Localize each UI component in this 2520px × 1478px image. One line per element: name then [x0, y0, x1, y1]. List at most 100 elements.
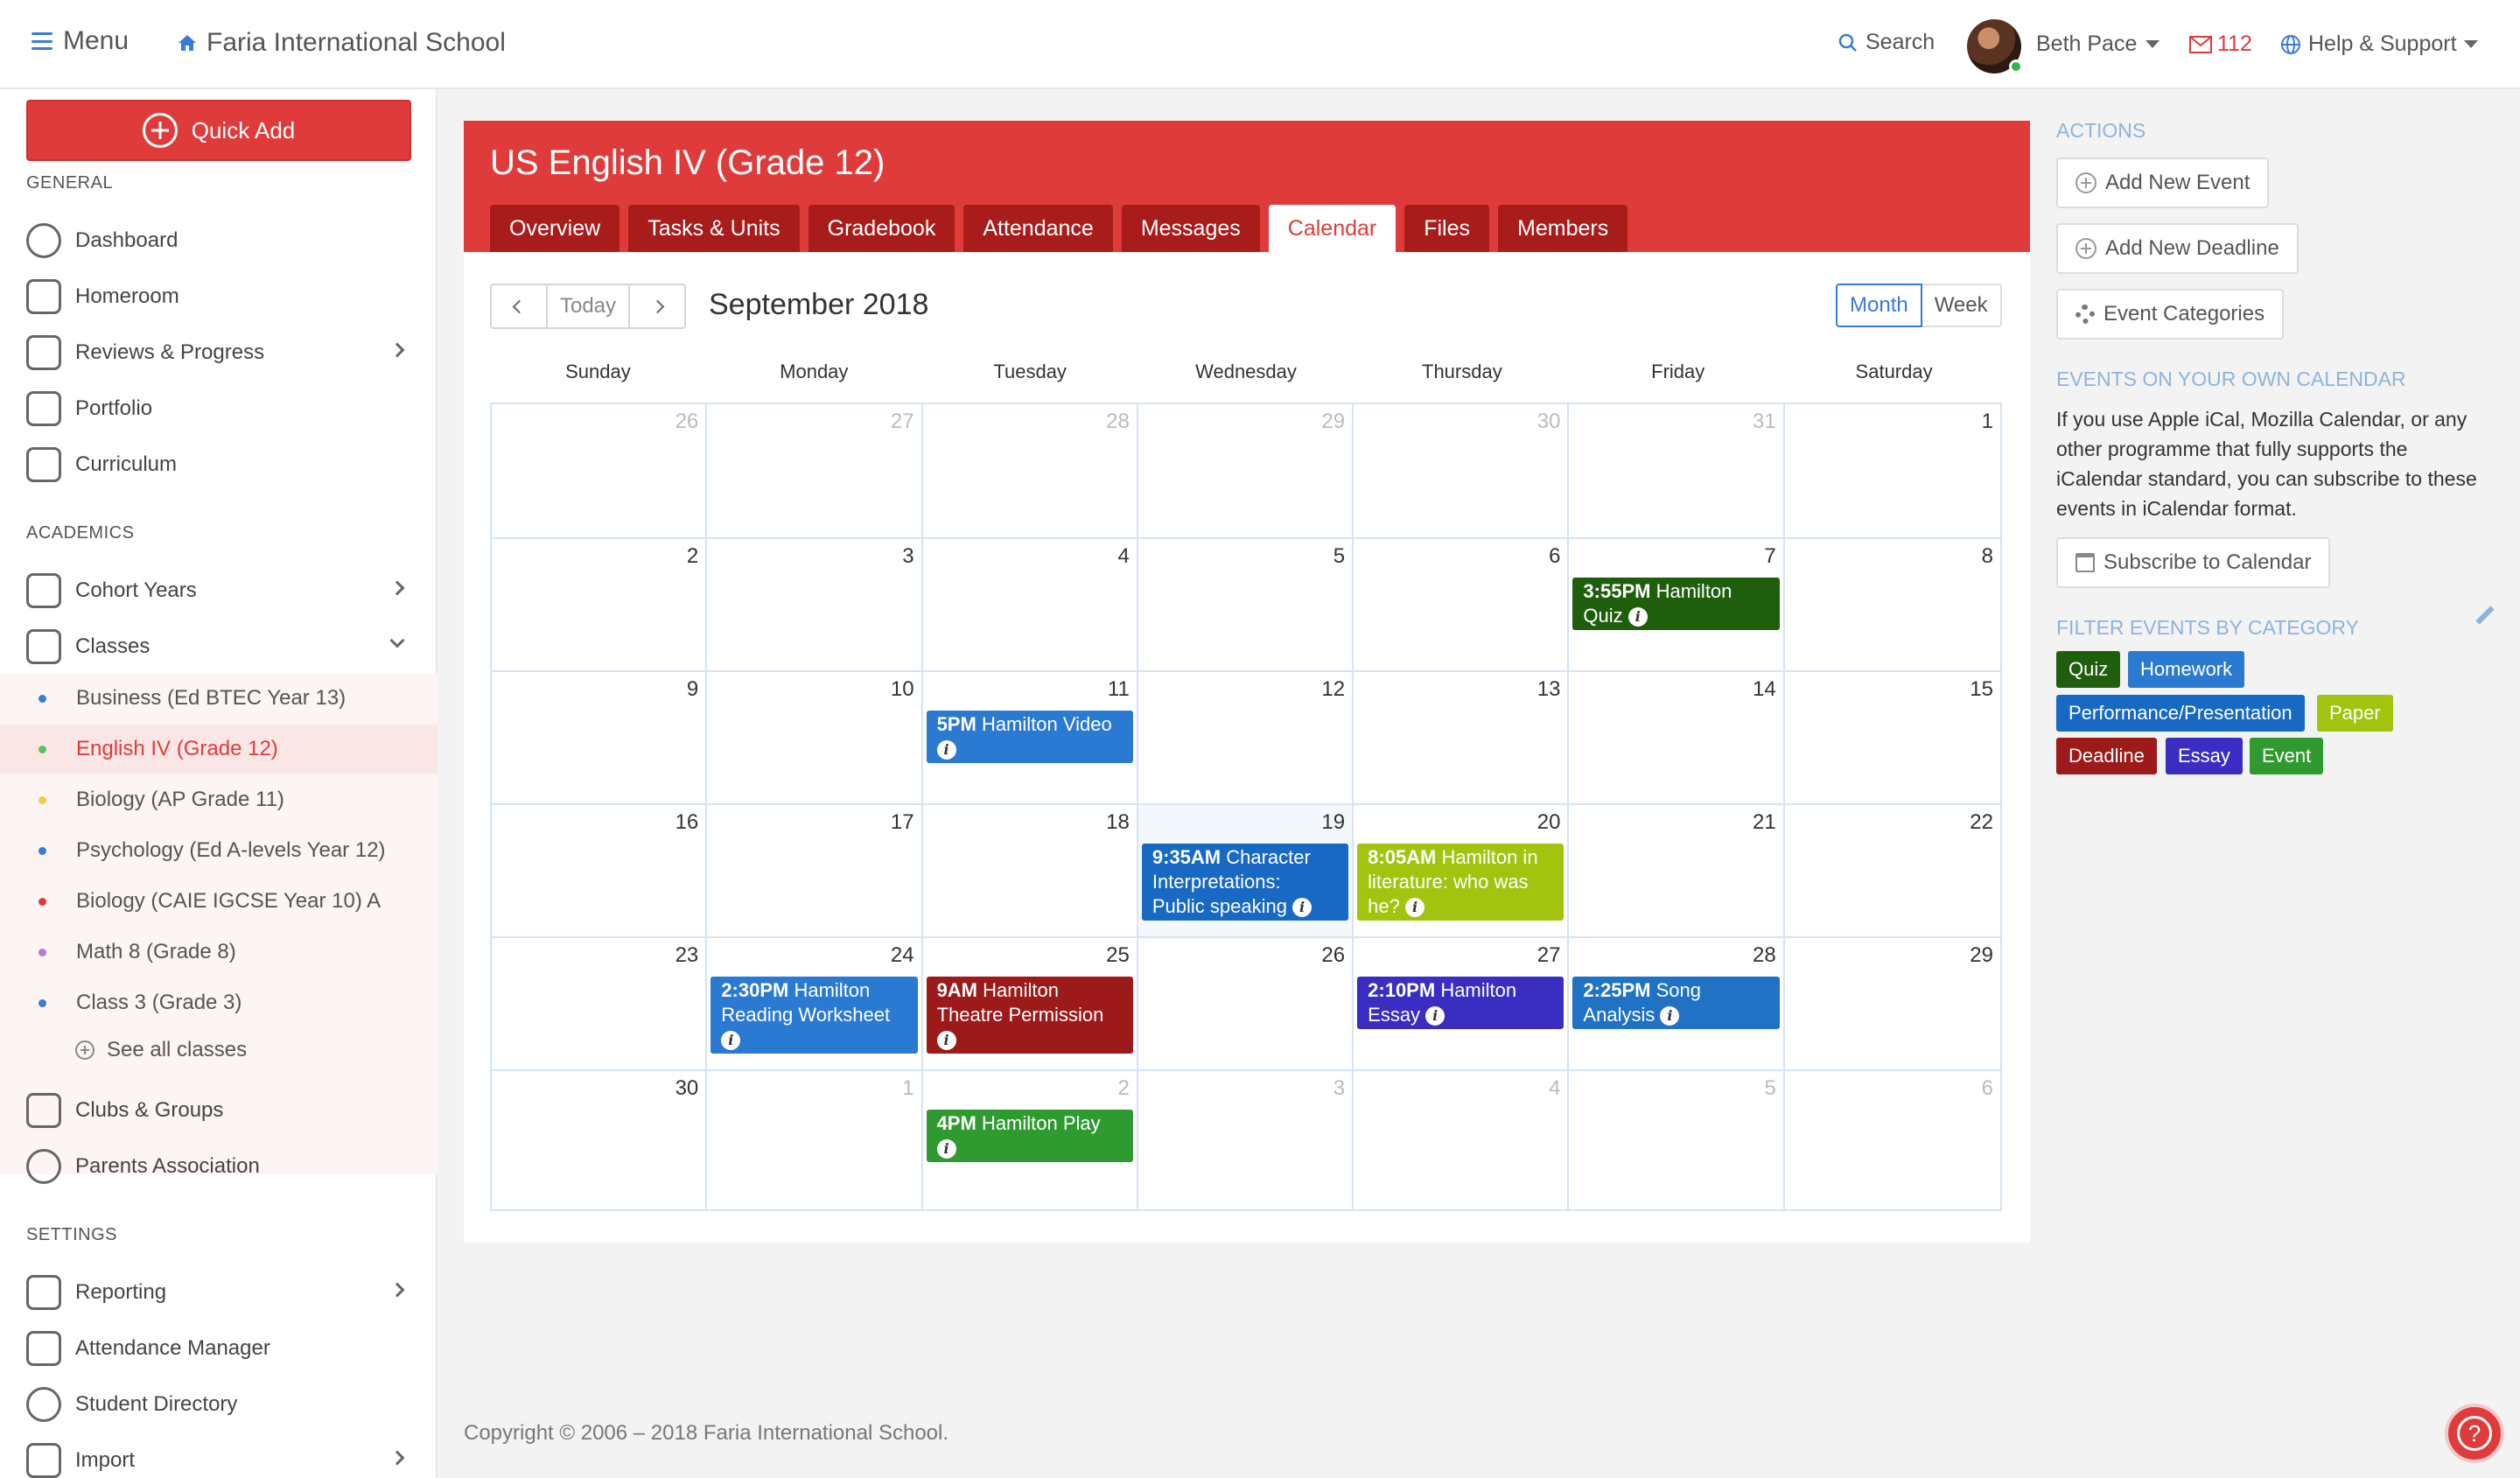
class-item-active[interactable]: English IV (Grade 12): [0, 725, 438, 774]
calendar-event[interactable]: 5PM Hamilton Video i: [926, 711, 1133, 763]
subscribe-calendar-button[interactable]: Subscribe to Calendar: [2056, 537, 2331, 588]
calendar-day-cell[interactable]: 5: [1569, 1071, 1785, 1209]
calendar-day-cell[interactable]: 1: [1784, 404, 2000, 539]
calendar-event[interactable]: 8:05AM Hamilton in literature: who was h…: [1357, 844, 1564, 921]
info-icon[interactable]: i: [936, 740, 956, 760]
sidebar-item-curriculum[interactable]: Curriculum: [26, 443, 420, 487]
calendar-day-cell[interactable]: 18: [922, 805, 1138, 938]
calendar-event[interactable]: 2:25PM Song Analysis i: [1572, 977, 1780, 1029]
info-icon[interactable]: i: [1425, 1006, 1446, 1026]
sidebar-item-classes[interactable]: Classes: [26, 625, 420, 669]
tab-attendance[interactable]: Attendance: [963, 205, 1113, 252]
school-link[interactable]: Faria International School: [177, 28, 506, 58]
calendar-day-cell[interactable]: 28: [922, 404, 1138, 539]
category-tag-essay[interactable]: Essay: [2166, 738, 2243, 774]
calendar-day-cell[interactable]: 13: [1354, 672, 1570, 805]
calendar-day-cell[interactable]: 16: [492, 805, 708, 938]
class-item[interactable]: Math 8 (Grade 8): [0, 928, 438, 977]
calendar-day-cell[interactable]: 23: [492, 938, 708, 1071]
week-view-button[interactable]: Week: [1922, 284, 2002, 327]
sidebar-item-student-directory[interactable]: Student Directory: [26, 1383, 420, 1426]
class-item[interactable]: Business (Ed BTEC Year 13): [0, 674, 438, 723]
sidebar-item-dashboard[interactable]: Dashboard: [26, 219, 420, 263]
tab-gradebook[interactable]: Gradebook: [808, 205, 956, 252]
category-tag-paper[interactable]: Paper: [2317, 695, 2393, 732]
search-button[interactable]: Search: [1838, 30, 1935, 55]
category-tag-deadline[interactable]: Deadline: [2056, 738, 2157, 774]
sidebar-item-parents-association[interactable]: Parents Association: [26, 1145, 420, 1188]
sidebar-item-cohort-years[interactable]: Cohort Years: [26, 569, 420, 613]
mail-button[interactable]: 112: [2189, 32, 2252, 57]
calendar-day-cell[interactable]: 17: [707, 805, 923, 938]
tab-calendar[interactable]: Calendar: [1268, 205, 1396, 252]
calendar-event[interactable]: 2:30PM Hamilton Reading Worksheet i: [710, 977, 918, 1054]
menu-button[interactable]: Menu: [32, 26, 129, 56]
info-icon[interactable]: i: [936, 1031, 956, 1051]
prev-month-button[interactable]: [492, 285, 546, 327]
tab-members[interactable]: Members: [1498, 205, 1628, 252]
info-icon[interactable]: i: [721, 1031, 741, 1051]
info-icon[interactable]: i: [1660, 1006, 1680, 1026]
calendar-day-cell[interactable]: 29: [1138, 404, 1354, 539]
info-icon[interactable]: i: [1292, 898, 1312, 918]
calendar-day-cell[interactable]: 6: [1785, 1071, 2000, 1209]
sidebar-item-attendance-manager[interactable]: Attendance Manager: [26, 1327, 420, 1370]
sidebar-item-portfolio[interactable]: Portfolio: [26, 387, 420, 431]
calendar-day-cell[interactable]: 30: [1354, 404, 1570, 539]
add-new-event-button[interactable]: Add New Event: [2056, 158, 2270, 208]
category-tag-quiz[interactable]: Quiz: [2056, 651, 2121, 688]
tab-files[interactable]: Files: [1404, 205, 1490, 252]
calendar-day-cell[interactable]: 27: [707, 404, 923, 539]
sidebar-item-reporting[interactable]: Reporting: [26, 1271, 420, 1314]
category-tag-event[interactable]: Event: [2250, 738, 2324, 774]
calendar-day-cell[interactable]: 9: [492, 672, 708, 805]
add-new-deadline-button[interactable]: Add New Deadline: [2056, 223, 2299, 274]
see-all-classes-link[interactable]: See all classes: [75, 1038, 247, 1062]
next-month-button[interactable]: [630, 285, 684, 327]
event-categories-button[interactable]: Event Categories: [2056, 289, 2285, 340]
help-support-menu[interactable]: Help & Support: [2280, 32, 2478, 57]
info-icon[interactable]: i: [936, 1139, 956, 1159]
sidebar-item-reviews-progress[interactable]: Reviews & Progress: [26, 331, 420, 375]
category-tag-homework[interactable]: Homework: [2128, 651, 2245, 688]
tab-tasks-units[interactable]: Tasks & Units: [628, 205, 800, 252]
category-tag-performance[interactable]: Performance/Presentation: [2056, 695, 2305, 732]
calendar-event[interactable]: 2:10PM Hamilton Essay i: [1357, 977, 1564, 1029]
calendar-day-cell[interactable]: 29: [1784, 938, 2000, 1071]
user-menu[interactable]: Beth Pace: [2036, 32, 2160, 57]
calendar-day-cell[interactable]: 14: [1569, 672, 1785, 805]
calendar-event[interactable]: 3:55PM Hamilton Quiz i: [1572, 578, 1780, 630]
class-item[interactable]: Class 3 (Grade 3): [0, 978, 438, 1027]
tab-messages[interactable]: Messages: [1121, 205, 1260, 252]
calendar-day-cell[interactable]: 15: [1784, 672, 2000, 805]
calendar-day-cell[interactable]: 1: [707, 1071, 923, 1209]
calendar-day-cell[interactable]: 3: [1138, 1071, 1354, 1209]
sidebar-item-homeroom[interactable]: Homeroom: [26, 275, 420, 319]
calendar-day-cell[interactable]: 3: [707, 539, 923, 672]
calendar-day-cell[interactable]: 2: [492, 539, 708, 672]
calendar-event[interactable]: 9AM Hamilton Theatre Permission i: [926, 977, 1133, 1054]
class-item[interactable]: Psychology (Ed A-levels Year 12): [0, 826, 438, 875]
calendar-day-cell[interactable]: 8: [1784, 539, 2000, 672]
sidebar-item-import[interactable]: Import: [26, 1439, 420, 1478]
calendar-day-cell[interactable]: 4: [1354, 1071, 1570, 1209]
tab-overview[interactable]: Overview: [490, 205, 620, 252]
calendar-day-cell[interactable]: 5: [1138, 539, 1354, 672]
pencil-icon[interactable]: [2475, 606, 2495, 625]
help-button[interactable]: ?: [2445, 1404, 2504, 1463]
calendar-day-cell[interactable]: 21: [1569, 805, 1785, 938]
calendar-day-cell[interactable]: 31: [1569, 404, 1785, 539]
calendar-day-cell[interactable]: 30: [492, 1071, 708, 1209]
info-icon[interactable]: i: [1628, 607, 1648, 627]
quick-add-button[interactable]: Quick Add: [26, 100, 411, 161]
calendar-day-cell[interactable]: 10: [707, 672, 923, 805]
calendar-day-cell[interactable]: 22: [1784, 805, 2000, 938]
calendar-day-cell[interactable]: 12: [1138, 672, 1354, 805]
sidebar-item-clubs-groups[interactable]: Clubs & Groups: [26, 1089, 420, 1132]
avatar[interactable]: [1967, 19, 2023, 74]
class-item[interactable]: Biology (AP Grade 11): [0, 775, 438, 824]
today-button[interactable]: Today: [546, 285, 630, 327]
class-item[interactable]: Biology (CAIE IGCSE Year 10) A: [0, 877, 438, 926]
info-icon[interactable]: i: [1404, 898, 1424, 918]
calendar-day-cell[interactable]: 6: [1354, 539, 1570, 672]
